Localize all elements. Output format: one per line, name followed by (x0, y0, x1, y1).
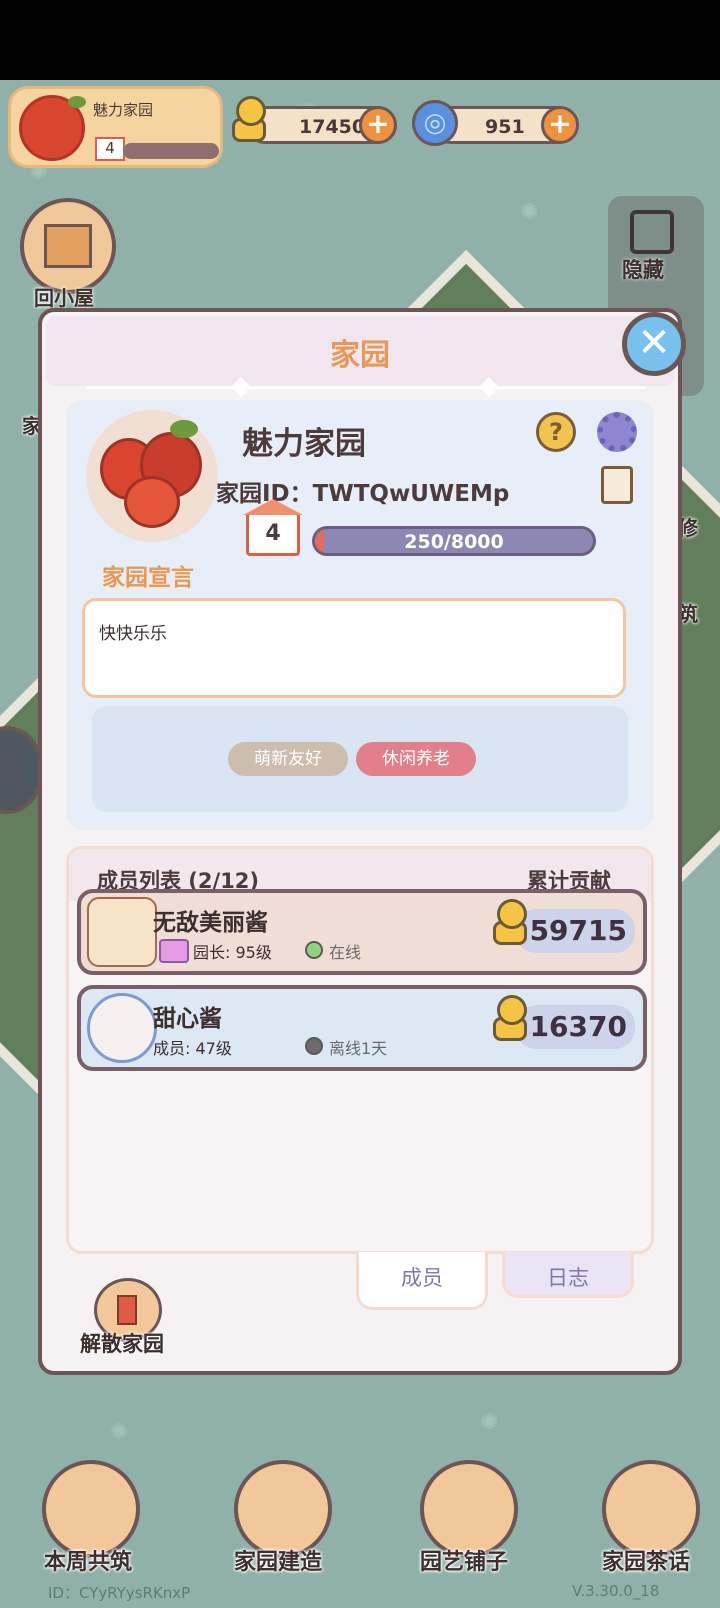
back-home-label: 回小屋 (34, 286, 94, 310)
expand-icon (630, 210, 674, 254)
exit-door-icon (117, 1295, 137, 1325)
dialog-header: 家园 (46, 316, 674, 397)
help-icon[interactable]: ? (536, 412, 576, 452)
hide-ui-label: 隐藏 (622, 258, 664, 282)
gem-value: 951 (485, 116, 525, 138)
garden-chip-name: 魅力家园 (93, 101, 154, 119)
header-divider (86, 386, 646, 389)
garden-level-badge: 4 (243, 499, 303, 556)
sun-pattern-icon: ✺ (480, 1410, 499, 1435)
garden-shop-label: 园艺铺子 (420, 1550, 509, 1575)
garden-avatar (86, 410, 218, 542)
divider-diamond (231, 377, 251, 397)
status-bar (0, 0, 720, 80)
version-label: V.3.30.0_18 (572, 1582, 660, 1600)
dialog-title: 家园 (330, 338, 390, 373)
player-id: ID：CYyRYysRKnxP (48, 1584, 191, 1602)
member-role: 成员: 47级 (153, 1039, 232, 1058)
snail-coin-icon (489, 995, 529, 1045)
member-name: 甜心酱 (153, 1006, 222, 1032)
status-dot (305, 941, 323, 959)
sun-pattern-icon: ✺ (520, 200, 539, 225)
member-status: 离线1天 (329, 1039, 388, 1058)
exp-progress-text: 250/8000 (404, 531, 504, 553)
tab-members[interactable]: 成员 (356, 1252, 488, 1310)
garden-chip[interactable]: 魅力家园 4 (8, 86, 223, 168)
swirl-gem-icon: ◎ (412, 100, 458, 146)
garden-chip-progress (123, 143, 219, 159)
snail-coin-counter: 17450 + (246, 106, 397, 144)
garden-name: 魅力家园 (242, 426, 366, 462)
divider-diamond (479, 377, 499, 397)
declaration-text: 快快乐乐 (99, 624, 167, 644)
tab-log[interactable]: 日志 (502, 1252, 634, 1298)
member-row[interactable]: 甜心酱 成员: 47级 离线1天 16370 (77, 985, 647, 1071)
declaration-label: 家园宣言 (102, 565, 194, 591)
member-status: 在线 (329, 943, 362, 962)
rose-icon (19, 95, 86, 161)
member-contribution: 59715 (515, 909, 635, 953)
tag-casual: 休闲养老 (356, 742, 476, 776)
add-gems-button[interactable]: + (541, 106, 579, 144)
garden-level-icon: 4 (95, 137, 125, 161)
copy-icon[interactable] (594, 466, 633, 511)
garden-chat-label: 家园茶话 (602, 1550, 691, 1575)
weekly-build-label: 本周共筑 (44, 1550, 133, 1575)
member-avatar (87, 993, 157, 1063)
back-home-button[interactable] (20, 198, 116, 294)
declaration-box: 快快乐乐 (82, 598, 626, 698)
dissolve-garden-label: 解散家园 (80, 1332, 164, 1356)
member-contribution: 16370 (515, 1005, 635, 1049)
tags-area: 萌新友好 休闲养老 (92, 706, 628, 812)
member-name: 无敌美丽酱 (153, 910, 268, 936)
exp-progress-bar: 250/8000 (312, 526, 596, 556)
garden-build-label: 家园建造 (234, 1550, 323, 1575)
member-avatar (87, 897, 157, 967)
gear-icon[interactable] (597, 412, 637, 452)
tag-newbie-friendly: 萌新友好 (228, 742, 348, 776)
add-coins-button[interactable]: + (359, 106, 397, 144)
member-role: 园长: 95级 (193, 943, 272, 962)
member-row[interactable]: 无敌美丽酱 园长: 95级 在线 59715 (77, 889, 647, 975)
house-icon (44, 224, 92, 268)
sun-pattern-icon: ✺ (110, 1420, 129, 1445)
status-dot (305, 1037, 323, 1055)
snail-coin-value: 17450 (299, 116, 366, 138)
close-button[interactable]: ✕ (622, 312, 686, 376)
member-list-panel: 成员列表 (2/12) 累计贡献 无敌美丽酱 园长: 95级 在线 59715 … (66, 846, 654, 1254)
snail-coin-icon (489, 899, 529, 949)
snail-coin-icon (228, 96, 268, 146)
crown-icon (159, 939, 189, 963)
